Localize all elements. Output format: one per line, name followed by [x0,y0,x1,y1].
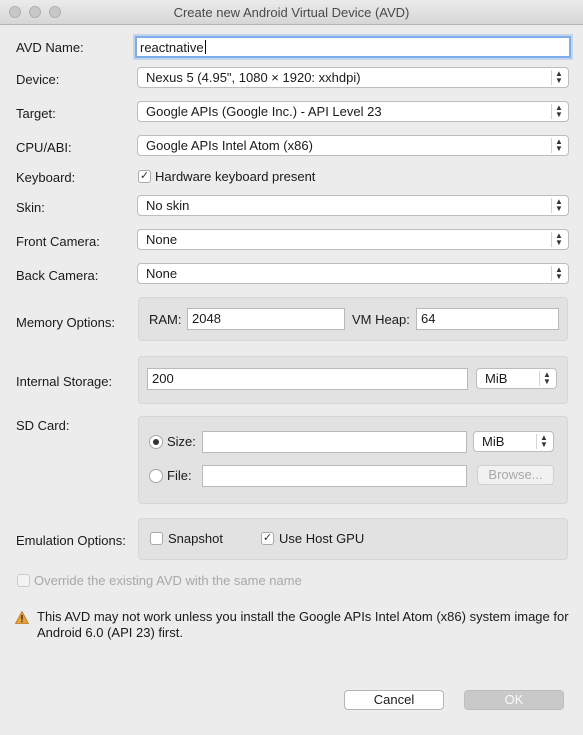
target-select[interactable]: Google APIs (Google Inc.) - API Level 23… [137,101,569,122]
device-value: Nexus 5 (4.95", 1080 × 1920: xxhdpi) [146,70,361,85]
skin-label: Skin: [16,200,45,215]
snapshot-checkbox[interactable] [150,532,163,545]
skin-value: No skin [146,198,190,213]
select-arrows-icon: ▲ ▼ [551,70,566,85]
skin-select[interactable]: No skin ▲ ▼ [137,195,569,216]
override-avd-checkbox[interactable] [17,574,30,587]
memory-options-panel: RAM: 2048 VM Heap: 64 [138,297,568,341]
cpu-abi-label: CPU/ABI: [16,140,72,155]
sd-size-label: Size: [167,434,196,449]
sd-size-unit-value: MiB [482,434,505,449]
back-camera-label: Back Camera: [16,268,99,283]
emulation-options-panel: Snapshot ✓ Use Host GPU [138,518,568,560]
select-arrows-icon: ▲ ▼ [551,266,566,281]
internal-storage-panel: 200 MiB ▲ ▼ [138,356,568,404]
front-camera-value: None [146,232,178,247]
snapshot-label: Snapshot [168,531,223,546]
cancel-button[interactable]: Cancel [344,690,444,710]
ram-label: RAM: [149,312,182,327]
vm-heap-label: VM Heap: [352,312,410,327]
override-avd-label: Override the existing AVD with the same … [34,573,302,588]
select-arrows-icon: ▲ ▼ [551,104,566,119]
target-value: Google APIs (Google Inc.) - API Level 23 [146,104,382,119]
cpu-abi-value: Google APIs Intel Atom (x86) [146,138,313,153]
sd-file-label: File: [167,468,192,483]
cpu-abi-select[interactable]: Google APIs Intel Atom (x86) ▲ ▼ [137,135,569,156]
sd-file-radio[interactable] [149,469,163,483]
hardware-keyboard-checkbox[interactable]: ✓ [138,170,151,183]
avd-dialog: Create new Android Virtual Device (AVD) … [0,0,583,735]
select-arrows-icon: ▲ ▼ [536,434,551,449]
internal-storage-input[interactable]: 200 [147,368,468,390]
back-camera-select[interactable]: None ▲ ▼ [137,263,569,284]
internal-storage-unit-select[interactable]: MiB ▲ ▼ [476,368,557,389]
sd-size-radio[interactable] [149,435,163,449]
internal-storage-unit-value: MiB [485,371,508,386]
select-arrows-icon: ▲ ▼ [539,371,554,386]
browse-button[interactable]: Browse... [477,465,554,485]
avd-name-value: reactnative [140,40,204,55]
ok-button[interactable]: OK [464,690,564,710]
use-host-gpu-label: Use Host GPU [279,531,365,546]
ram-input[interactable]: 2048 [187,308,345,330]
device-label: Device: [16,72,60,87]
warning-triangle-icon [15,611,29,624]
use-host-gpu-checkbox[interactable]: ✓ [261,532,274,545]
internal-storage-label: Internal Storage: [16,374,113,389]
emulation-options-label: Emulation Options: [16,533,126,548]
vm-heap-input[interactable]: 64 [416,308,559,330]
title-bar: Create new Android Virtual Device (AVD) [0,0,583,25]
front-camera-label: Front Camera: [16,234,100,249]
back-camera-value: None [146,266,178,281]
sd-file-input[interactable] [202,465,467,487]
select-arrows-icon: ▲ ▼ [551,232,566,247]
sd-size-unit-select[interactable]: MiB ▲ ▼ [473,431,554,452]
sd-card-label: SD Card: [16,418,70,433]
radio-selected-dot [153,439,159,445]
memory-options-label: Memory Options: [16,315,115,330]
window-title: Create new Android Virtual Device (AVD) [173,5,410,20]
warning-message: This AVD may not work unless you install… [37,609,569,640]
select-arrows-icon: ▲ ▼ [551,198,566,213]
text-caret [204,40,206,54]
keyboard-label: Keyboard: [16,170,76,185]
hardware-keyboard-label: Hardware keyboard present [155,169,316,184]
target-label: Target: [16,106,56,121]
device-select[interactable]: Nexus 5 (4.95", 1080 × 1920: xxhdpi) ▲ ▼ [137,67,569,88]
front-camera-select[interactable]: None ▲ ▼ [137,229,569,250]
select-arrows-icon: ▲ ▼ [551,138,566,153]
sd-size-input[interactable] [202,431,467,453]
avd-name-label: AVD Name: [16,40,84,55]
sd-card-panel: Size: MiB ▲ ▼ File: Browse... [138,416,568,504]
avd-name-input[interactable]: reactnative [135,36,571,58]
